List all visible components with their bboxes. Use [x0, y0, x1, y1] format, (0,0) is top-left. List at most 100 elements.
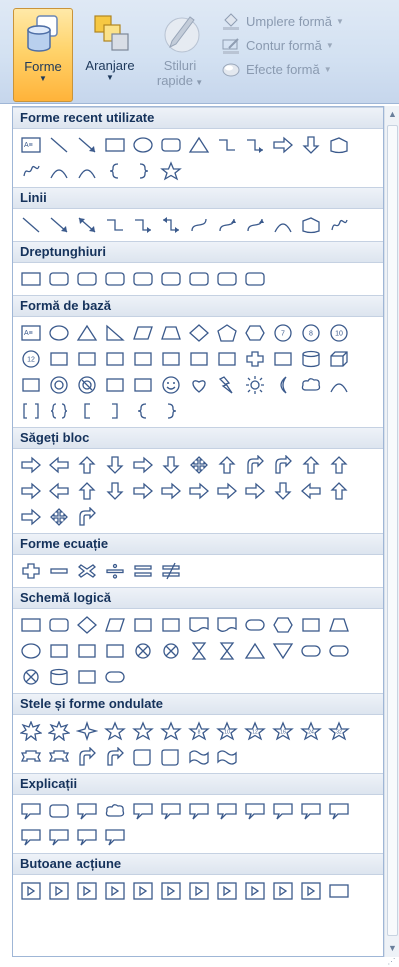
chord-icon[interactable] — [73, 347, 101, 371]
minus-icon[interactable] — [45, 559, 73, 583]
line-callout3-icon[interactable] — [185, 799, 213, 823]
star8-icon[interactable]: 8 — [185, 719, 213, 743]
fc-merge-icon[interactable] — [269, 639, 297, 663]
oval-icon[interactable] — [129, 133, 157, 157]
arc-icon[interactable] — [325, 373, 353, 397]
fc-offpage-icon[interactable] — [45, 639, 73, 663]
scribble-icon[interactable] — [325, 213, 353, 237]
round2-rect-icon[interactable] — [185, 267, 213, 291]
shape-outline-button[interactable]: Contur formă ▼ — [220, 34, 395, 56]
bent-up-arrow-icon[interactable] — [325, 453, 353, 477]
snip1-rect-icon[interactable] — [73, 267, 101, 291]
scroll-down-arrow-icon[interactable]: ▼ — [385, 940, 399, 957]
ribbon-down-icon[interactable] — [45, 745, 73, 769]
right-arrow-callout-icon[interactable] — [241, 479, 269, 503]
scroll-up-arrow-icon[interactable]: ▲ — [385, 106, 399, 123]
cube-icon[interactable] — [325, 347, 353, 371]
fc-collate-icon[interactable] — [185, 639, 213, 663]
double-arrow-line-icon[interactable] — [73, 213, 101, 237]
rounded-rect-icon[interactable] — [45, 267, 73, 291]
fc-alt-process-icon[interactable] — [45, 613, 73, 637]
rounded-rect-icon[interactable] — [157, 133, 185, 157]
heart-icon[interactable] — [185, 373, 213, 397]
fc-summing-icon[interactable] — [129, 639, 157, 663]
round1-rect-icon[interactable] — [157, 267, 185, 291]
moon-icon[interactable] — [269, 373, 297, 397]
star24-icon[interactable]: 24 — [297, 719, 325, 743]
donut-icon[interactable] — [45, 373, 73, 397]
bent-arrow-icon[interactable] — [241, 453, 269, 477]
notched-right-arrow-icon[interactable] — [157, 479, 185, 503]
shape-fill-button[interactable]: Umplere formă ▼ — [220, 10, 395, 32]
resize-grip-icon[interactable]: ⋰ — [384, 957, 399, 967]
textbox-icon[interactable]: A≡ — [17, 321, 45, 345]
fc-multidocument-icon[interactable] — [213, 613, 241, 637]
fc-document-icon[interactable] — [185, 613, 213, 637]
frame-icon[interactable] — [129, 347, 157, 371]
elbow-icon[interactable] — [213, 133, 241, 157]
not-equal-icon[interactable] — [157, 559, 185, 583]
divide-icon[interactable] — [101, 559, 129, 583]
diamond-icon[interactable] — [185, 321, 213, 345]
circle-10-icon[interactable]: 10 — [325, 321, 353, 345]
rect-icon[interactable] — [101, 133, 129, 157]
lightning-icon[interactable] — [213, 373, 241, 397]
action-info-icon[interactable] — [157, 879, 185, 903]
down-arrow-icon[interactable] — [101, 453, 129, 477]
action-movie-icon[interactable] — [213, 879, 241, 903]
oval-icon[interactable] — [45, 321, 73, 345]
fc-display-icon[interactable] — [101, 665, 129, 689]
down-arrow-icon[interactable] — [297, 133, 325, 157]
curved-left-arrow-icon[interactable] — [45, 479, 73, 503]
fc-predefined-icon[interactable] — [129, 613, 157, 637]
gallery-scrollbar[interactable]: ▲ ▼ — [384, 106, 399, 957]
scroll-thumb[interactable] — [387, 125, 398, 936]
rect-callout-icon[interactable] — [17, 799, 45, 823]
double-wave-icon[interactable] — [213, 745, 241, 769]
double-brace-icon[interactable] — [45, 399, 73, 423]
cross-icon[interactable] — [241, 347, 269, 371]
right-brace-icon[interactable] — [129, 159, 157, 183]
round-diag-rect-icon[interactable] — [213, 267, 241, 291]
ribbon-up-icon[interactable] — [17, 745, 45, 769]
pentagon-arrow-icon[interactable] — [185, 479, 213, 503]
action-home-icon[interactable] — [129, 879, 157, 903]
curve-icon[interactable] — [73, 159, 101, 183]
fc-direct-access-icon[interactable] — [73, 665, 101, 689]
elbow-icon[interactable] — [101, 213, 129, 237]
fc-internal-storage-icon[interactable] — [157, 613, 185, 637]
explosion2-icon[interactable] — [45, 719, 73, 743]
fc-stored-data-icon[interactable] — [297, 639, 325, 663]
action-return-icon[interactable] — [185, 879, 213, 903]
rounded-rect-icon[interactable] — [241, 267, 269, 291]
left-bracket-icon[interactable] — [73, 399, 101, 423]
star16-icon[interactable]: 16 — [269, 719, 297, 743]
curved-down-arrow-icon[interactable] — [101, 479, 129, 503]
action-forward-icon[interactable] — [45, 879, 73, 903]
half-frame-icon[interactable] — [157, 347, 185, 371]
curved-right-arrow-icon[interactable] — [17, 479, 45, 503]
action-help-icon[interactable] — [297, 879, 325, 903]
star5-icon[interactable] — [101, 719, 129, 743]
fc-preparation-icon[interactable] — [269, 613, 297, 637]
snip-round-rect-icon[interactable] — [129, 267, 157, 291]
pie-icon[interactable] — [45, 347, 73, 371]
left-right-arrow-callout-icon[interactable] — [17, 505, 45, 529]
horizontal-scroll-icon[interactable] — [157, 745, 185, 769]
chevron-icon[interactable] — [213, 479, 241, 503]
star10-icon[interactable]: 10 — [213, 719, 241, 743]
up-arrow-callout-icon[interactable] — [325, 479, 353, 503]
no-symbol-icon[interactable] — [73, 373, 101, 397]
explosion1-icon[interactable] — [17, 719, 45, 743]
plaque-icon[interactable] — [269, 347, 297, 371]
vertical-scroll-icon[interactable] — [129, 745, 157, 769]
curve-arrow-icon[interactable] — [213, 213, 241, 237]
freeform-icon[interactable] — [17, 159, 45, 183]
line-callout1-accent-icon[interactable] — [213, 799, 241, 823]
pentagon-icon[interactable] — [213, 321, 241, 345]
folded-corner-icon[interactable] — [129, 373, 157, 397]
fc-sequential-icon[interactable] — [17, 665, 45, 689]
trapezoid-icon[interactable] — [157, 321, 185, 345]
star6-icon[interactable] — [129, 719, 157, 743]
quad-arrow-icon[interactable] — [185, 453, 213, 477]
